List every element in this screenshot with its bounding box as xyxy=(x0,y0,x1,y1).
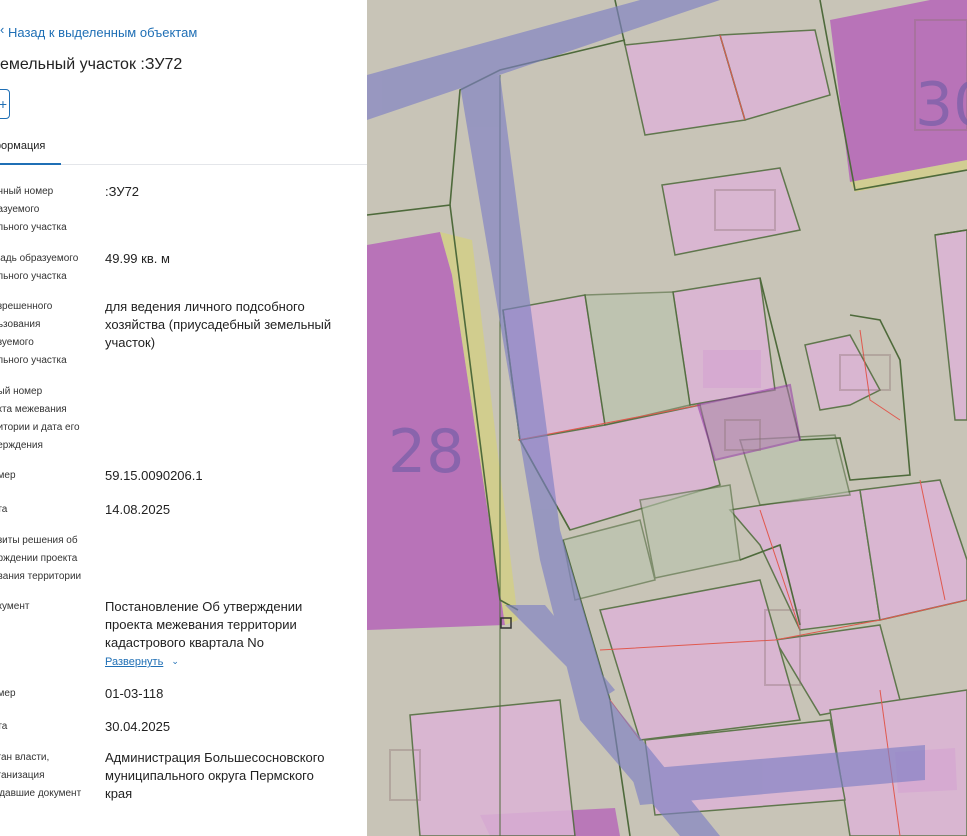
field-value: Постановление Об утверждении проекта меж… xyxy=(105,599,303,650)
chevron-left-icon: ‹ xyxy=(0,22,5,37)
field-label: ный номер екта межевания ритории и дата … xyxy=(0,386,80,451)
add-button[interactable]: + xyxy=(0,89,10,119)
field-value: 30.04.2025 xyxy=(105,719,171,734)
chevron-down-icon: ⌄ xyxy=(171,656,179,666)
map-canvas[interactable]: 28 30 xyxy=(367,0,967,836)
field-label: ата xyxy=(0,721,8,732)
field-value: Администрация Большесосновского муниципа… xyxy=(105,750,325,801)
expand-link[interactable]: Развернуть ⌄ xyxy=(105,656,179,668)
field-label: омер xyxy=(0,688,16,699)
field-label: щадь образуемого ельного участка xyxy=(0,253,79,282)
field-value: для ведения личного подсобного хозяйства… xyxy=(105,299,332,350)
field-label: изиты решения об ерждении проекта евания… xyxy=(0,535,82,582)
parcel xyxy=(672,277,776,406)
map-view[interactable]: 28 30 xyxy=(367,0,967,836)
field-value: 49.99 кв. м xyxy=(105,251,170,266)
field-label: омер xyxy=(0,470,16,481)
tab-information[interactable]: формация xyxy=(0,140,62,165)
tab-bar: формация xyxy=(0,130,367,165)
field-value: 01-03-118 xyxy=(105,686,164,701)
info-panel: ‹ Назад к выделенным объектам емельный уч… xyxy=(0,0,367,836)
zone-label-28: 28 xyxy=(388,417,464,487)
field-value: :ЗУ72 xyxy=(105,184,140,199)
zone-label-30: 30 xyxy=(915,70,967,140)
tab-information-label: формация xyxy=(0,140,46,152)
expand-link-label: Развернуть xyxy=(105,656,164,668)
field-value: 59.15.0090206.1 xyxy=(105,468,203,483)
back-link[interactable]: ‹ Назад к выделенным объектам xyxy=(0,22,197,40)
page-title: емельный участок :ЗУ72 xyxy=(0,56,183,73)
parcel xyxy=(409,699,576,836)
field-value: 14.08.2025 xyxy=(105,502,171,517)
field-label: енный номер разуемого ельного участка xyxy=(0,186,67,233)
back-link-label: Назад к выделенным объектам xyxy=(8,25,198,40)
field-label: окумент xyxy=(0,601,30,612)
field-label: ата xyxy=(0,504,8,515)
field-label: азрешенного льзования азуемого ельного у… xyxy=(0,301,67,366)
field-label: рган власти, рганизация ыдавшие документ xyxy=(0,752,82,799)
